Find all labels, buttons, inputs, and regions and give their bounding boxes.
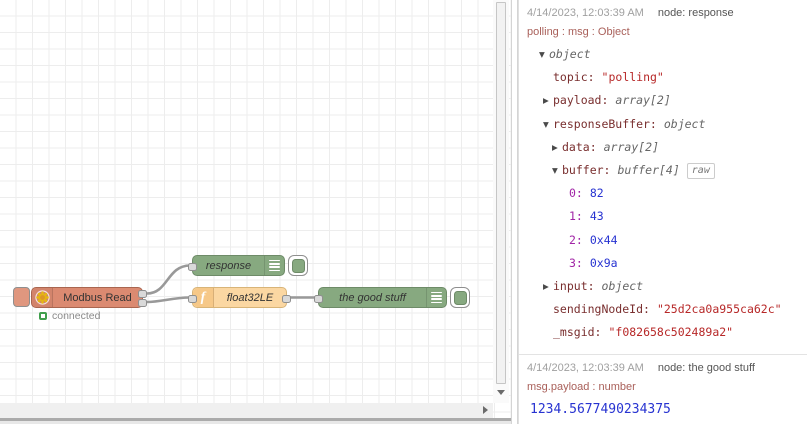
debug-timestamp: 4/14/2023, 12:03:39 AM — [527, 361, 644, 374]
tree-row[interactable]: ▶ payload: array[2] — [527, 89, 799, 112]
modbus-output-port-2[interactable] — [138, 299, 147, 307]
node-modbus-read[interactable]: Modbus Read — [31, 287, 147, 308]
wire-modbus-to-response[interactable] — [145, 264, 192, 295]
tree-row[interactable]: _msgid: "f082658c502489a2" — [527, 321, 799, 344]
tree-row[interactable]: ▶ input: object — [527, 275, 799, 298]
canvas-horizontal-scrollbar[interactable] — [0, 403, 493, 418]
node-float32le[interactable]: f float32LE — [188, 287, 291, 308]
node-label: the good stuff — [339, 291, 406, 304]
debug-meta: msg.payload : number — [527, 380, 636, 393]
float32-output-port[interactable] — [282, 294, 291, 303]
expand-arrow-icon[interactable]: ▶ — [543, 275, 553, 298]
collapse-arrow-icon[interactable]: ▼ — [539, 43, 549, 66]
response-input-port[interactable] — [188, 262, 197, 271]
scroll-right-arrow-icon[interactable] — [483, 406, 488, 414]
debug-source-node: node: the good stuff — [657, 361, 755, 374]
goodstuff-debug-toggle-button[interactable] — [450, 287, 470, 308]
tree-row[interactable]: topic: "polling" — [527, 66, 799, 89]
collapse-arrow-icon[interactable]: ▼ — [552, 159, 562, 182]
tree-row[interactable]: 1: 43 — [527, 205, 799, 228]
debug-timestamp: 4/14/2023, 12:03:39 AM — [527, 7, 644, 19]
tree-row[interactable]: 2: 0x44 — [527, 229, 799, 252]
canvas-vertical-scrollbar[interactable] — [493, 0, 509, 403]
debug-payload-value: 1234.5677490234375 — [530, 401, 671, 417]
sidebar-splitter[interactable] — [511, 0, 518, 424]
float32-input-port[interactable] — [188, 294, 197, 303]
debug-list-icon — [264, 256, 284, 275]
node-label: float32LE — [226, 291, 274, 304]
tree-row[interactable]: ▶ data: array[2] — [527, 136, 799, 159]
node-the-good-stuff[interactable]: the good stuff — [314, 287, 447, 308]
tree-row[interactable]: 0: 82 — [527, 182, 799, 205]
status-text: connected — [52, 310, 101, 322]
status-connected-icon — [39, 312, 47, 320]
goodstuff-input-port[interactable] — [314, 294, 323, 303]
expand-arrow-icon[interactable]: ▶ — [543, 89, 553, 112]
node-label: Modbus Read — [63, 291, 132, 304]
response-debug-toggle-button[interactable] — [288, 255, 308, 276]
modbus-output-port-1[interactable] — [138, 290, 147, 298]
collapse-arrow-icon[interactable]: ▼ — [543, 113, 553, 136]
node-label: response — [205, 259, 252, 272]
tree-row[interactable]: sendingNodeId: "25d2ca0a955ca62c" — [527, 298, 799, 321]
wire-layer — [145, 264, 320, 304]
expand-arrow-icon[interactable]: ▶ — [552, 136, 562, 159]
debug-message[interactable]: 4/14/2023, 12:03:39 AM node: response pol… — [519, 0, 807, 355]
flow-canvas[interactable]: Modbus Read connected response f float32… — [0, 0, 511, 424]
debug-meta: polling : msg : Object — [527, 26, 630, 38]
vertical-scrollbar-thumb[interactable] — [496, 2, 506, 384]
node-response[interactable]: response — [188, 255, 285, 276]
debug-list-icon — [426, 288, 446, 307]
wire-modbus-to-float32[interactable] — [145, 296, 192, 304]
debug-message[interactable]: 4/14/2023, 12:03:39 AM node: the good stu… — [519, 355, 807, 424]
scroll-down-arrow-icon[interactable] — [497, 390, 505, 395]
debug-object-tree: ▼ object topic: "polling" ▶ payload: array[2… — [527, 43, 799, 345]
debug-source-node: node: response — [657, 7, 734, 19]
modbus-node-button[interactable] — [13, 287, 30, 307]
tree-row[interactable]: ▼ object — [527, 43, 799, 66]
modbus-flower-icon — [32, 288, 53, 307]
raw-toggle-button[interactable]: raw — [686, 163, 715, 180]
modbus-status: connected — [39, 310, 100, 322]
debug-sidebar[interactable]: 4/14/2023, 12:03:39 AM node: response pol… — [518, 0, 807, 424]
node-red-window: Modbus Read connected response f float32… — [0, 0, 807, 424]
tree-row[interactable]: 3: 0x9a — [527, 252, 799, 275]
tree-row[interactable]: ▼ buffer: buffer[4] raw — [527, 159, 799, 182]
tree-row[interactable]: ▼ responseBuffer: object — [527, 113, 799, 136]
